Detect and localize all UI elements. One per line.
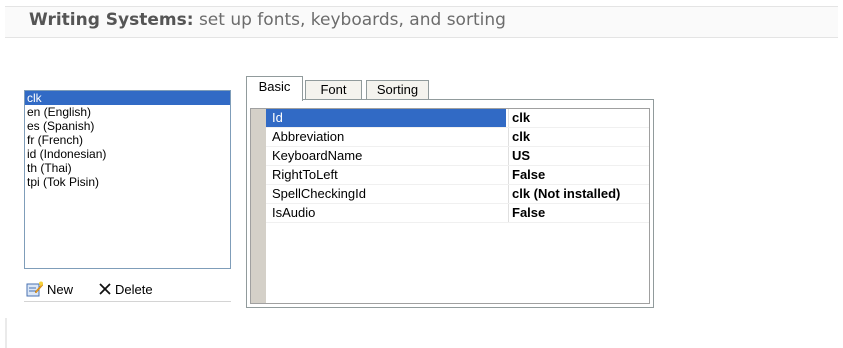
property-name: IsAudio	[272, 205, 316, 220]
list-item[interactable]: en (English)	[25, 105, 230, 119]
new-button-label: New	[47, 281, 74, 297]
divider	[24, 301, 231, 302]
tab-font[interactable]: Font	[305, 80, 362, 100]
table-row[interactable]: KeyboardName US	[266, 147, 649, 166]
property-name: SpellCheckingId	[272, 186, 366, 201]
list-item[interactable]: id (Indonesian)	[25, 147, 230, 161]
table-row[interactable]: Id clk	[266, 109, 649, 128]
delete-button[interactable]: Delete	[98, 279, 153, 299]
list-item[interactable]: tpi (Tok Pisin)	[25, 175, 230, 189]
list-item[interactable]: fr (French)	[25, 133, 230, 147]
tab-basic[interactable]: Basic	[246, 76, 303, 101]
list-item[interactable]: th (Thai)	[25, 161, 230, 175]
list-actions: New Delete	[24, 279, 231, 299]
property-value[interactable]: clk	[508, 128, 649, 146]
property-name: KeyboardName	[272, 148, 363, 163]
writing-system-list[interactable]: clk en (English) es (Spanish) fr (French…	[24, 90, 231, 269]
tab-sorting[interactable]: Sorting	[366, 80, 429, 100]
x-delete-icon	[99, 283, 111, 295]
property-value[interactable]: US	[508, 147, 649, 165]
list-item[interactable]: clk	[25, 91, 230, 105]
new-button[interactable]: New	[26, 279, 73, 299]
property-name: Id	[266, 109, 506, 127]
list-item[interactable]: es (Spanish)	[25, 119, 230, 133]
page-title: Writing Systems: set up fonts, keyboards…	[29, 10, 506, 30]
property-name: Abbreviation	[272, 129, 345, 144]
property-value[interactable]: clk	[508, 109, 649, 127]
table-row[interactable]: IsAudio False	[266, 204, 649, 223]
page-title-bold: Writing Systems:	[29, 10, 194, 30]
divider	[5, 318, 7, 348]
property-value[interactable]: clk (Not installed)	[508, 185, 649, 203]
property-grid: Id clk Abbreviation clk KeyboardName US …	[250, 108, 650, 304]
edit-new-icon	[26, 281, 44, 297]
page-header: Writing Systems: set up fonts, keyboards…	[5, 6, 838, 38]
property-value[interactable]: False	[508, 204, 649, 222]
table-row[interactable]: SpellCheckingId clk (Not installed)	[266, 185, 649, 204]
delete-button-label: Delete	[115, 281, 153, 297]
property-value[interactable]: False	[508, 166, 649, 184]
page-title-rest: set up fonts, keyboards, and sorting	[193, 10, 506, 30]
grid-gutter	[251, 109, 266, 303]
property-name: RightToLeft	[272, 167, 338, 182]
table-row[interactable]: RightToLeft False	[266, 166, 649, 185]
table-row[interactable]: Abbreviation clk	[266, 128, 649, 147]
